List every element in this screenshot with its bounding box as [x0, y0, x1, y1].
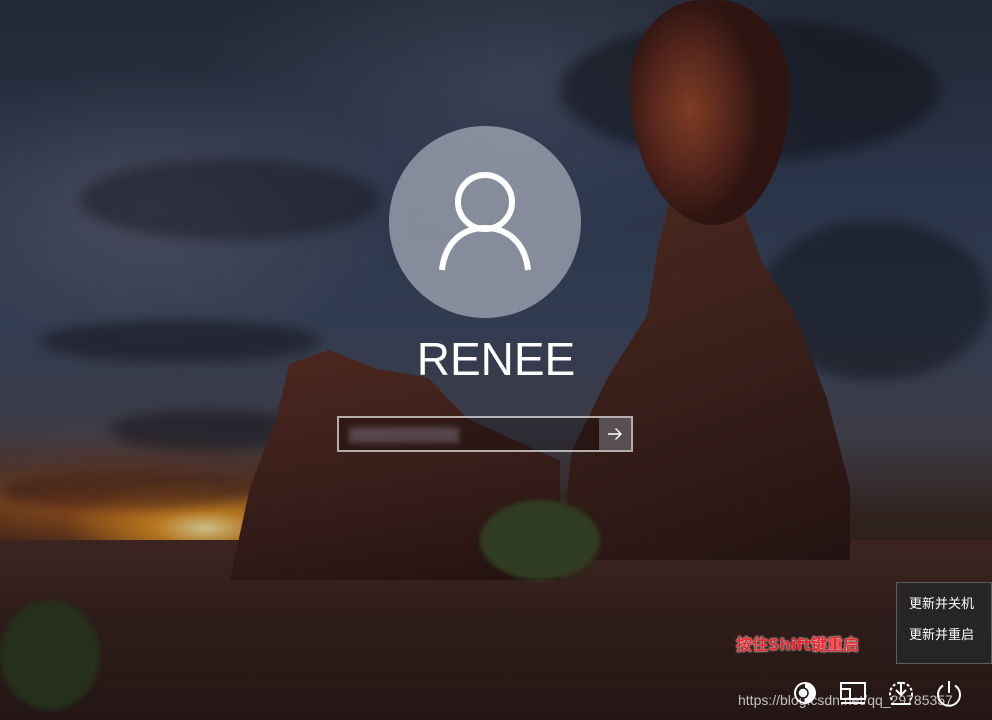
power-icon — [937, 681, 961, 707]
menu-item-update-and-restart[interactable]: 更新并重启 — [897, 620, 991, 651]
user-icon — [439, 172, 531, 271]
user-avatar — [389, 126, 581, 318]
arrow-right-icon — [608, 428, 622, 440]
power-options-menu: 更新并关机 更新并重启 — [896, 582, 992, 664]
display-icon — [840, 682, 866, 704]
power-button[interactable] — [932, 677, 966, 709]
menu-item-update-and-shutdown[interactable]: 更新并关机 — [897, 589, 991, 620]
shift-restart-annotation: 按住Shift键重启 — [736, 635, 860, 654]
network-icon — [889, 681, 913, 705]
blurred-password-hint — [349, 427, 459, 443]
user-name: RENEE — [416, 333, 576, 385]
submit-button[interactable] — [599, 418, 631, 450]
password-field-container — [337, 416, 633, 452]
display-button[interactable] — [836, 677, 870, 709]
ease-of-access-button[interactable] — [788, 677, 822, 709]
network-button[interactable] — [884, 677, 918, 709]
ease-of-access-icon — [794, 682, 816, 704]
